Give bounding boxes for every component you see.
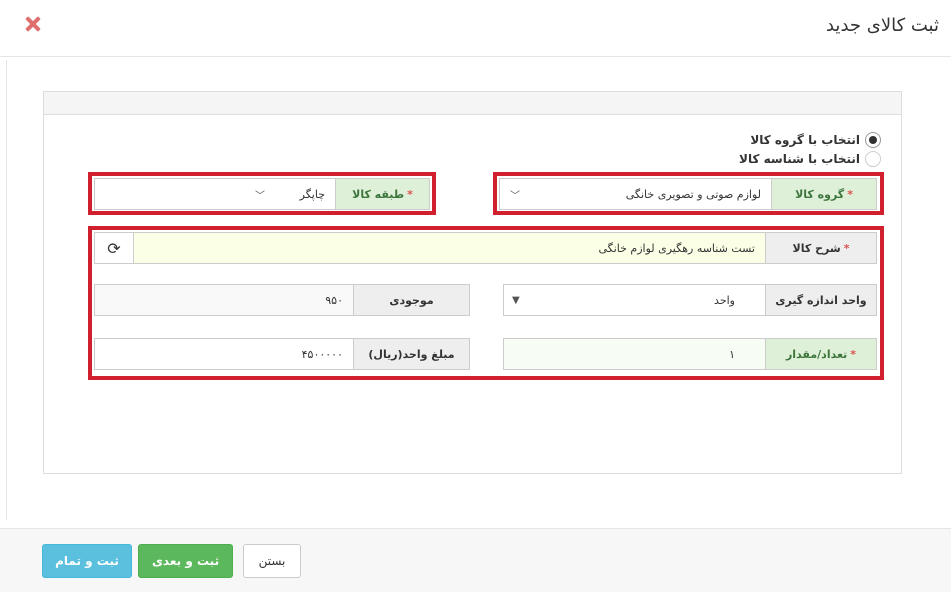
save-next-button[interactable]: ثبت و بعدی [138,544,233,578]
description-value: تست شناسه رهگیری لوازم خانگی [598,241,755,255]
chevron-down-icon: ﹀ [510,190,520,202]
stock-field: ۹۵۰ [94,284,354,316]
required-mark: * [407,187,413,201]
panel-heading [44,92,901,115]
dialog-footer: ثبت و تمام ثبت و بعدی بستن [0,528,951,592]
radio-label: انتخاب با شناسه کالا [739,152,860,166]
radio-unchecked-icon [865,151,881,167]
unit-label: واحد اندازه گیری [765,284,877,316]
stock-label: موجودی [353,284,470,316]
form-panel: انتخاب با گروه کالا انتخاب با شناسه کالا… [43,91,902,474]
stock-value: ۹۵۰ [325,293,343,307]
radio-select-by-group[interactable]: انتخاب با گروه کالا [750,132,881,148]
radio-checked-icon [865,132,881,148]
unit-price-label-text: مبلغ واحد(ریال) [368,347,455,361]
required-mark: * [847,187,853,201]
quantity-value: ۱ [729,347,735,361]
product-group-label-text: گروه کالا [795,187,845,201]
product-category-label: * طبقه کالا [335,178,430,210]
unit-value: واحد [714,293,735,307]
dialog-title: ثبت کالای جدید [825,15,939,36]
quantity-label: * تعداد/مقدار [765,338,877,370]
description-label: * شرح کالا [765,232,877,264]
product-group-value: لوازم صوتی و تصویری خانگی [625,187,761,201]
unit-label-text: واحد اندازه گیری [775,293,867,307]
required-mark: * [850,347,857,361]
chevron-down-icon: ﹀ [255,190,265,202]
unit-price-value: ۴۵۰۰۰۰۰ [301,347,343,361]
product-category-select[interactable]: چاپگر ﹀ [94,178,336,210]
product-category-label-text: طبقه کالا [352,187,405,201]
quantity-label-text: تعداد/مقدار [785,347,848,361]
close-icon[interactable] [24,15,42,33]
description-input[interactable]: تست شناسه رهگیری لوازم خانگی [133,232,766,264]
product-category-value: چاپگر [299,187,325,201]
dialog-border [6,60,7,520]
unit-price-input[interactable]: ۴۵۰۰۰۰۰ [94,338,354,370]
unit-select[interactable]: واحد ▼ [503,284,766,316]
close-button[interactable]: بستن [243,544,301,578]
selection-mode-group: انتخاب با گروه کالا انتخاب با شناسه کالا [551,132,881,167]
caret-down-icon: ▼ [512,294,520,306]
refresh-icon: ⟳ [107,238,121,258]
radio-label: انتخاب با گروه کالا [750,133,860,147]
product-group-label: * گروه کالا [771,178,877,210]
quantity-input[interactable]: ۱ [503,338,766,370]
description-label-text: شرح کالا [792,241,841,255]
refresh-button[interactable]: ⟳ [94,232,134,264]
required-mark: * [843,241,850,255]
stock-label-text: موجودی [389,293,434,307]
dialog-header: ثبت کالای جدید [0,0,951,57]
product-group-select[interactable]: لوازم صوتی و تصویری خانگی ﹀ [499,178,772,210]
unit-price-label: مبلغ واحد(ریال) [353,338,470,370]
save-finish-button[interactable]: ثبت و تمام [42,544,132,578]
radio-select-by-id[interactable]: انتخاب با شناسه کالا [739,151,881,167]
